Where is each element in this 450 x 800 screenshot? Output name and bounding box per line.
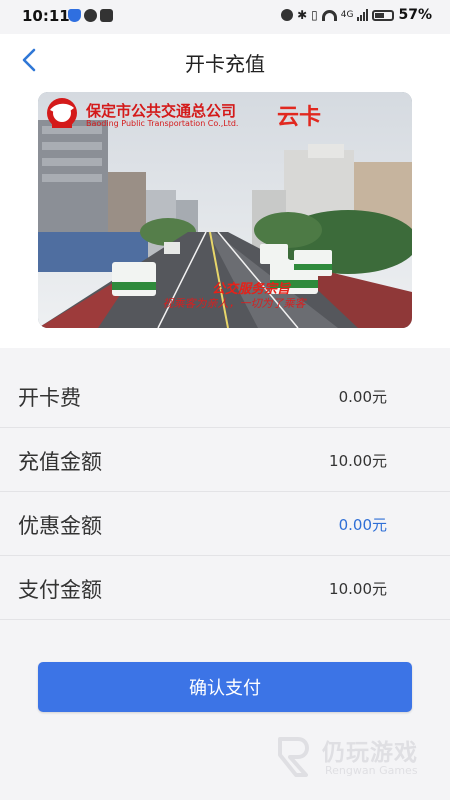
card-slogan-sub: 视乘客为亲人，一切为了乘客	[162, 297, 306, 310]
bluetooth-icon: ✱	[297, 8, 308, 22]
battery-percent: 57%	[398, 7, 432, 23]
fee-list: 开卡费 0.00元 充值金额 10.00元 优惠金额 0.00元 支付金额 10…	[0, 364, 450, 620]
fee-row-label: 优惠金额	[18, 514, 102, 538]
card-product-name: 云卡	[277, 105, 322, 130]
watermark: 仍玩游戏 Rengwan Games	[276, 731, 436, 781]
nfc-icon	[100, 9, 113, 22]
vibrate-icon: ▯	[311, 8, 318, 22]
fee-row-value: 0.00元	[338, 388, 387, 406]
bus-card-image: 保定市公共交通总公司 Baoding Public Transportation…	[38, 92, 412, 328]
alarm-icon	[281, 9, 294, 21]
watermark-text-en: Rengwan Games	[325, 764, 418, 777]
rengwan-logo-icon	[278, 737, 309, 777]
fee-row-label: 开卡费	[18, 386, 81, 410]
page-title: 开卡充值	[185, 52, 265, 76]
app-notification-icon	[84, 9, 97, 22]
bus-company-logo-icon	[47, 98, 77, 128]
fee-row-label: 支付金额	[18, 578, 102, 602]
shield-icon	[68, 9, 81, 22]
battery-icon	[372, 9, 395, 21]
fee-row-value: 10.00元	[329, 452, 387, 470]
fee-row-label: 充值金额	[18, 450, 102, 474]
wifi-icon	[321, 9, 337, 21]
card-company-name: 保定市公共交通总公司	[86, 102, 237, 120]
fee-row-open-card: 开卡费 0.00元	[0, 364, 450, 428]
status-time: 10:11	[22, 7, 70, 25]
card-company-name-en: Baoding Public Transportation Co.,Ltd.	[86, 119, 239, 128]
notification-icons	[68, 9, 113, 22]
watermark-text: 仍玩游戏	[322, 740, 418, 766]
fee-row-recharge-amount: 充值金额 10.00元	[0, 428, 450, 492]
status-bar: 10:11 ✱ ▯ 4G 57%	[0, 0, 450, 34]
confirm-pay-button[interactable]: 确认支付	[38, 662, 412, 712]
card-brand-header: 保定市公共交通总公司 Baoding Public Transportation…	[38, 92, 412, 134]
fee-row-value: 0.00元	[338, 516, 387, 534]
signal-icon	[357, 9, 369, 21]
system-status-icons: ✱ ▯ 4G 57%	[281, 7, 432, 23]
navigation-bar: 开卡充值	[0, 34, 450, 86]
network-type: 4G	[340, 10, 354, 20]
fee-row-value: 10.00元	[329, 580, 387, 598]
card-section: 保定市公共交通总公司 Baoding Public Transportation…	[0, 86, 450, 348]
fee-row-payment-amount: 支付金额 10.00元	[0, 556, 450, 620]
fee-row-discount-amount: 优惠金额 0.00元	[0, 492, 450, 556]
